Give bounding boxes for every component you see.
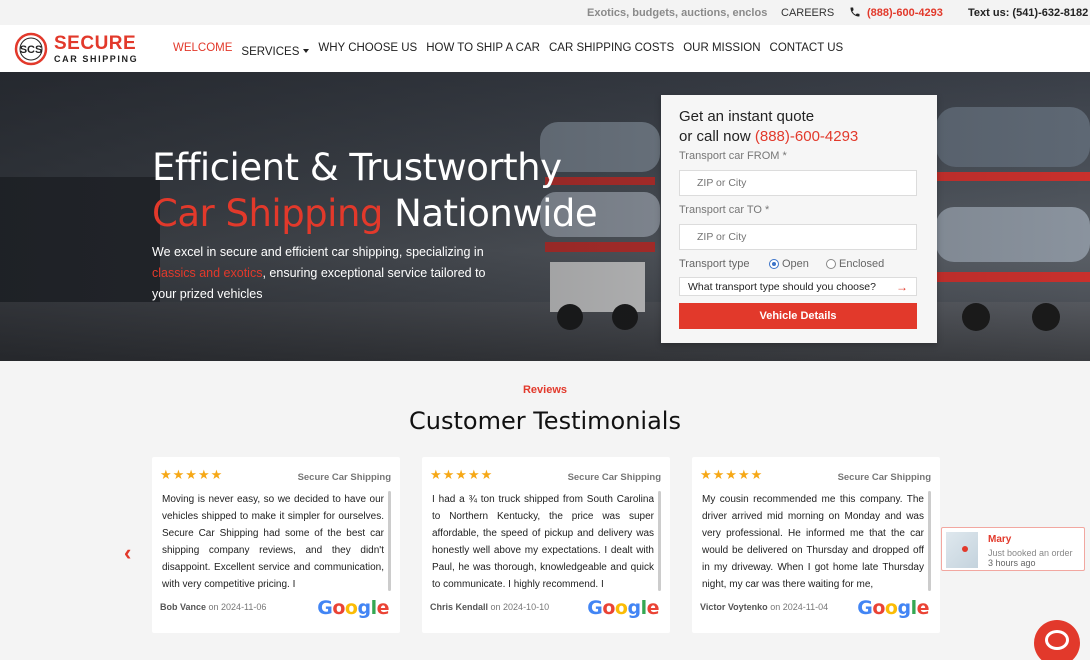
top-utility-bar: Exotics, budgets, auctions, enclosed CAR…	[0, 0, 1090, 25]
radio-open-selected-icon	[769, 259, 779, 269]
hero-heading-accent: Car Shipping	[152, 192, 383, 235]
review-text: My cousin recommended me this company. T…	[702, 494, 924, 590]
review-source: Secure Car Shipping	[567, 472, 661, 483]
testimonials-title: Customer Testimonials	[409, 407, 681, 435]
quote-heading: Get an instant quote	[679, 108, 815, 125]
google-logo-icon: Google	[587, 597, 659, 619]
hero-heading-line1: Efficient & Trustworthy	[152, 146, 562, 189]
review-card: ★★★★★ Secure Car Shipping My cousin reco…	[692, 457, 940, 633]
reviews-eyebrow: Reviews	[522, 384, 568, 396]
popup-time: 3 hours ago	[988, 558, 1036, 568]
radio-enclosed-icon	[826, 259, 836, 269]
logo-word-car-shipping: CAR SHIPPING	[54, 54, 139, 64]
review-author: Bob Vance on 2024-11-06	[160, 602, 266, 612]
review-card: ★★★★★ Secure Car Shipping I had a ¾ ton …	[422, 457, 670, 633]
nav-services-wrap[interactable]: SERVICES	[241, 42, 310, 60]
chevron-left-icon[interactable]: ‹	[124, 542, 131, 564]
review-card: ★★★★★ Secure Car Shipping Moving is neve…	[152, 457, 400, 633]
review-text: I had a ¾ ton truck shipped from South C…	[432, 494, 654, 590]
radio-enclosed-label: Enclosed	[839, 258, 885, 270]
main-nav: WELCOME SERVICES WHY CHOOSE US HOW TO SH…	[173, 42, 852, 60]
review-scrollbar[interactable]	[658, 491, 661, 591]
careers-link[interactable]: CAREERS	[781, 7, 834, 19]
chevron-down-icon	[303, 48, 310, 53]
recent-booking-popup[interactable]: Mary Just booked an order 3 hours ago	[941, 527, 1085, 571]
hero-lead: We excel in secure and efficient car shi…	[152, 242, 512, 305]
help-text: What transport type should you choose?	[688, 281, 876, 293]
map-thumbnail-icon	[946, 532, 978, 568]
transport-type-label: Transport type	[679, 258, 750, 270]
nav-welcome[interactable]: WELCOME	[173, 42, 232, 60]
from-label: Transport car FROM *	[679, 150, 787, 162]
hero-lead-accent: classics and exotics	[152, 266, 263, 280]
review-author: Victor Voytenko on 2024-11-04	[700, 602, 828, 612]
review-text: Moving is never easy, so we decided to h…	[162, 494, 384, 590]
radio-open[interactable]: Open	[769, 258, 809, 270]
logo-mark-text: SCS	[20, 44, 43, 56]
quote-subheading: or call now (888)-600-4293	[679, 128, 858, 145]
chat-bubble-button[interactable]	[1034, 620, 1080, 660]
review-scrollbar[interactable]	[388, 491, 391, 591]
nav-why-choose-us[interactable]: WHY CHOOSE US	[318, 42, 417, 60]
star-rating-icon: ★★★★★	[430, 467, 494, 482]
review-source: Secure Car Shipping	[837, 472, 931, 483]
map-pin-icon	[962, 546, 968, 552]
services-ticker: Exotics, budgets, auctions, enclosed	[587, 7, 767, 19]
to-zip-input[interactable]	[679, 224, 917, 250]
review-author-name: Chris Kendall	[430, 602, 489, 612]
to-label: Transport car TO *	[679, 204, 770, 216]
chat-icon	[1045, 630, 1069, 650]
popup-customer-name: Mary	[988, 534, 1012, 545]
google-logo-icon: Google	[857, 597, 929, 619]
review-author-name: Bob Vance	[160, 602, 207, 612]
quote-phone-link[interactable]: (888)-600-4293	[755, 128, 858, 145]
popup-message: Just booked an order	[988, 548, 1073, 558]
phone-icon	[850, 7, 860, 17]
nav-contact-us[interactable]: CONTACT US	[770, 42, 844, 60]
transport-type-group: Transport type Open Enclosed	[679, 258, 919, 272]
instant-quote-form: Get an instant quote or call now (888)-6…	[661, 95, 937, 343]
google-logo-icon: Google	[317, 597, 389, 619]
radio-open-label: Open	[782, 258, 809, 270]
phone-link[interactable]: (888)-600-4293	[867, 7, 943, 19]
radio-enclosed[interactable]: Enclosed	[826, 258, 884, 270]
hero-lead-part1: We excel in secure and efficient car shi…	[152, 245, 484, 259]
from-zip-input[interactable]	[679, 170, 917, 196]
review-date: on 2024-11-04	[770, 602, 829, 612]
logo-mark: SCS	[14, 32, 48, 66]
review-date: on 2024-10-10	[490, 602, 550, 612]
review-source: Secure Car Shipping	[297, 472, 391, 483]
review-date: on 2024-11-06	[208, 602, 267, 612]
star-rating-icon: ★★★★★	[160, 467, 224, 482]
site-header: SCS SECURE CAR SHIPPING WELCOME SERVICES…	[0, 25, 1090, 72]
text-us-link[interactable]: Text us: (541)-632-8182	[968, 7, 1088, 19]
arrow-right-icon: →	[896, 280, 908, 294]
logo-word-secure: SECURE	[54, 33, 137, 54]
nav-how-to-ship[interactable]: HOW TO SHIP A CAR	[426, 42, 540, 60]
star-rating-icon: ★★★★★	[700, 467, 764, 482]
hero-heading: Efficient & Trustworthy Car Shipping Nat…	[152, 145, 598, 237]
site-logo[interactable]: SCS SECURE CAR SHIPPING	[14, 32, 164, 66]
nav-shipping-costs[interactable]: CAR SHIPPING COSTS	[549, 42, 674, 60]
review-author: Chris Kendall on 2024-10-10	[430, 602, 549, 612]
vehicle-details-button[interactable]: Vehicle Details	[679, 303, 917, 329]
nav-services[interactable]: SERVICES	[241, 46, 299, 58]
review-scrollbar[interactable]	[928, 491, 931, 591]
nav-our-mission[interactable]: OUR MISSION	[683, 42, 760, 60]
review-author-name: Victor Voytenko	[700, 602, 768, 612]
hero-heading-rest: Nationwide	[382, 192, 598, 235]
quote-call-now: or call now	[679, 128, 755, 145]
transport-type-help-link[interactable]: What transport type should you choose? →	[679, 277, 917, 296]
